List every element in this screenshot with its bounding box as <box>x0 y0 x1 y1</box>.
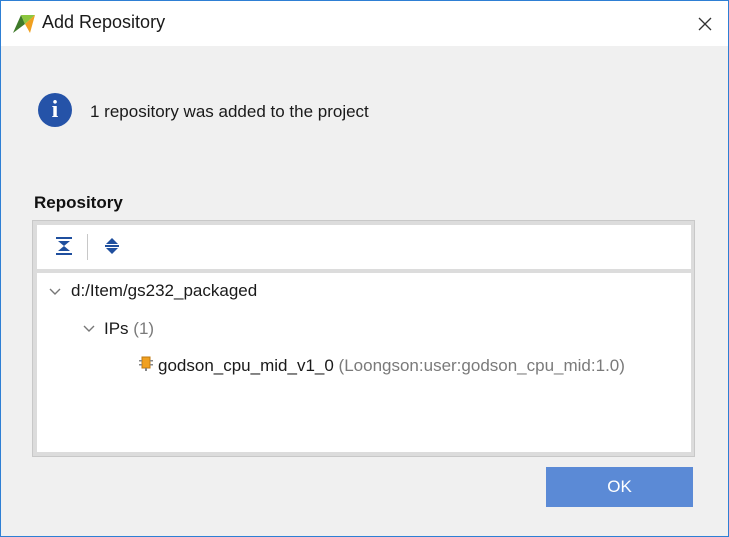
chevron-down-icon[interactable] <box>48 287 62 297</box>
collapse-all-icon <box>56 237 72 255</box>
ips-count: (1) <box>133 319 155 338</box>
window-title: Add Repository <box>42 12 166 32</box>
ip-vlnv: (Loongson:user:godson_cpu_mid:1.0) <box>338 356 625 375</box>
toolbar-separator <box>87 234 88 260</box>
status-message: 1 repository was added to the project <box>90 102 369 121</box>
repository-path-label: d:/Item/gs232_packaged <box>71 281 258 300</box>
title-bar: Add Repository <box>1 1 728 46</box>
ok-button[interactable]: OK <box>546 467 693 507</box>
repository-tree: d:/Item/gs232_packaged IPs (1) godson_cp… <box>37 273 691 452</box>
add-repository-dialog: Add Repository i 1 repository was added … <box>0 0 729 537</box>
info-icon: i <box>38 93 72 127</box>
ips-label: IPs <box>104 319 129 338</box>
repository-panel: d:/Item/gs232_packaged IPs (1) godson_cp… <box>32 220 695 457</box>
chevron-down-icon[interactable] <box>82 324 96 334</box>
collapse-all-button[interactable] <box>51 233 77 259</box>
vivado-logo-icon <box>13 15 35 33</box>
tree-toolbar <box>37 225 691 269</box>
expand-all-icon <box>105 238 119 254</box>
repository-heading: Repository <box>34 193 123 212</box>
close-button[interactable] <box>682 1 728 46</box>
close-icon <box>698 17 712 30</box>
ip-core-icon <box>139 356 153 371</box>
tree-node-ips[interactable]: IPs (1) <box>104 318 154 340</box>
expand-all-button[interactable] <box>99 233 125 259</box>
ip-name: godson_cpu_mid_v1_0 <box>158 356 334 375</box>
tree-node-ip-core[interactable]: godson_cpu_mid_v1_0 (Loongson:user:godso… <box>158 355 625 377</box>
tree-node-repository[interactable]: d:/Item/gs232_packaged <box>71 280 257 302</box>
